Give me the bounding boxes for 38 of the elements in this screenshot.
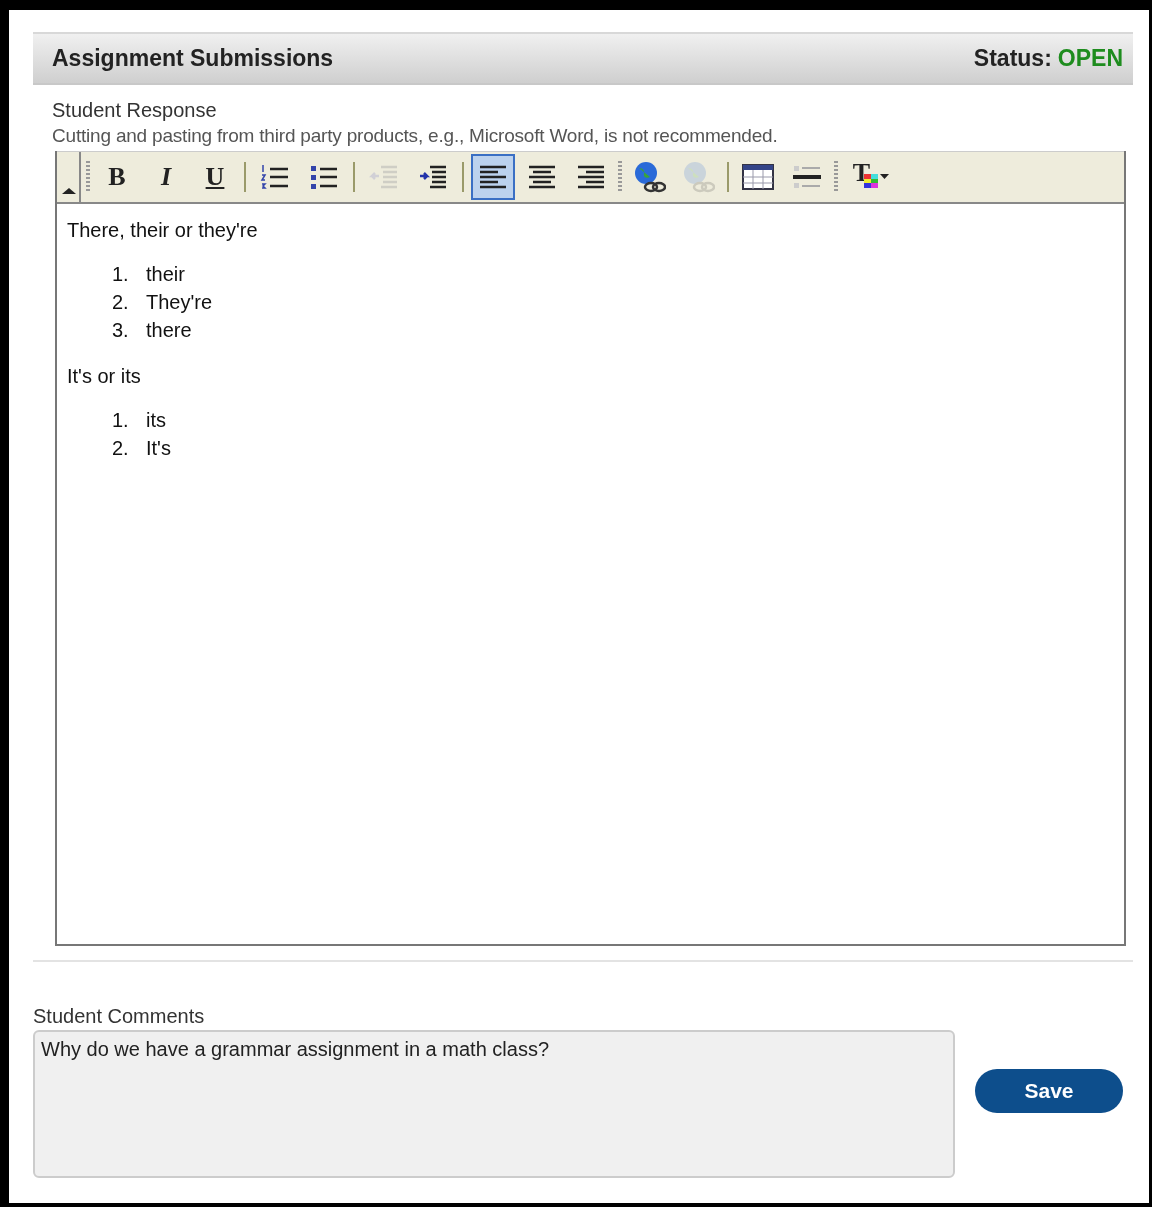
align-center-icon (527, 163, 557, 191)
list-number: 2. (112, 436, 130, 461)
numbered-list-icon (260, 162, 290, 192)
response-label: Student Response (52, 98, 218, 123)
status-value: OPEN (1057, 45, 1123, 72)
comments-field[interactable]: Why do we have a grammar assignment in a math class? (33, 1030, 955, 1178)
text-color-button[interactable]: T (843, 154, 899, 200)
editor-paragraph: It's or its (67, 364, 142, 388)
toolbar-grip-icon[interactable] (834, 161, 838, 193)
save-button[interactable]: Save (975, 1069, 1123, 1113)
underline-button[interactable]: U (193, 154, 237, 200)
bold-button[interactable]: B (95, 154, 139, 200)
editor-paragraph: There, their or they're (67, 218, 259, 242)
toolbar-grip-icon[interactable] (86, 161, 90, 193)
list-item-text: its (146, 408, 166, 433)
toolbar-grip-icon[interactable] (618, 161, 622, 193)
status-label: Status: (973, 45, 1052, 72)
horizontal-rule-icon (792, 163, 822, 191)
comments-label: Student Comments (33, 1004, 206, 1029)
list-number: 3. (112, 318, 130, 343)
align-right-icon (576, 163, 606, 191)
paste-warning: Cutting and pasting from third party products, e.g., Microsoft Word, is not recommended. (52, 124, 779, 148)
list-number: 2. (112, 290, 130, 315)
list-number: 1. (112, 262, 130, 287)
list-item-text: They're (146, 290, 213, 315)
list-number: 1. (112, 408, 130, 433)
list-item-text: there (146, 318, 192, 343)
globe-chain-icon (681, 160, 715, 194)
align-left-button[interactable] (471, 154, 515, 200)
italic-button[interactable]: I (144, 154, 188, 200)
list-item-text: their (146, 262, 185, 287)
caret-icon (880, 174, 890, 180)
align-left-icon (478, 163, 508, 191)
rich-text-editor[interactable]: B I U T There, their or they're 1. their 2. They're 3. there It's or its 1. its 2. It's (55, 151, 1126, 946)
page-title: Assignment Submissions (52, 45, 334, 72)
globe-chain-icon (632, 160, 666, 194)
list-item-text: It's (146, 436, 171, 461)
table-icon (741, 163, 775, 191)
